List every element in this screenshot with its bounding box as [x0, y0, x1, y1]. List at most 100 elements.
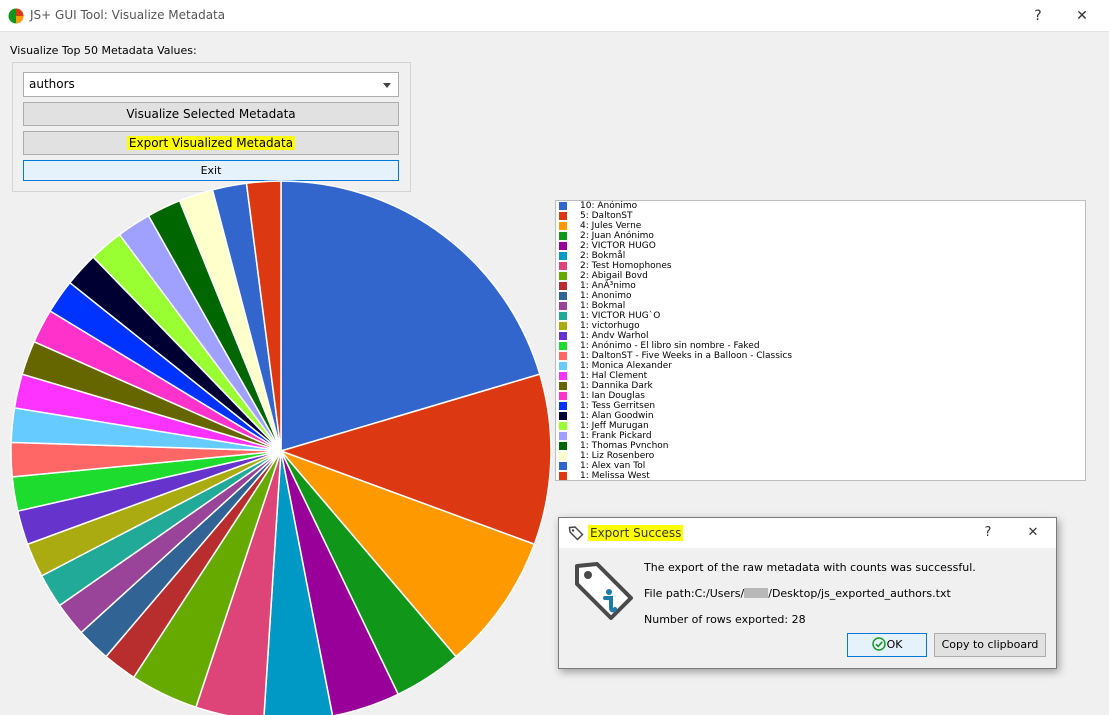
legend-label: 2: Juan Anónimo: [580, 231, 654, 241]
legend-swatch: [559, 352, 567, 360]
legend-swatch: [559, 332, 567, 340]
legend-item: 1: Hal Clement: [556, 371, 1085, 381]
legend-label: 1: Bokmal: [580, 301, 626, 311]
legend-swatch: [559, 202, 567, 210]
file-path-suffix: /Desktop/js_exported_authors.txt: [768, 587, 951, 600]
legend-item: 4: Jules Verne: [556, 221, 1085, 231]
legend-item: 2: Juan Anónimo: [556, 231, 1085, 241]
legend-swatch: [559, 292, 567, 300]
redacted-username: [744, 588, 769, 598]
legend-swatch: [559, 402, 567, 410]
dialog-message: The export of the raw metadata with coun…: [644, 561, 976, 574]
legend-item: 1: Bokmal: [556, 301, 1085, 311]
legend-label: 1: Hal Clement: [580, 371, 648, 381]
legend-label: 1: Anónimo - El libro sin nombre - Faked: [580, 341, 760, 351]
legend-item: 10: Anónimo: [556, 201, 1085, 211]
legend-label: 1: Anonimo: [580, 291, 632, 301]
legend-label: 1: Monica Alexander: [580, 361, 672, 371]
dialog-help-button[interactable]: ?: [973, 522, 1003, 544]
dialog-row-count: Number of rows exported: 28: [644, 613, 806, 626]
legend-item: 1: Jeff Murugan: [556, 421, 1085, 431]
legend-label: 1: Liz Rosenbero: [580, 451, 655, 461]
legend-label: 2: Abigail Bovd: [580, 271, 648, 281]
legend-item: 1: Anónimo - El libro sin nombre - Faked: [556, 341, 1085, 351]
legend-label: 1: Dannika Dark: [580, 381, 653, 391]
legend-label: 2: Bokmål: [580, 251, 626, 261]
dialog-titlebar: Export Success ? ✕: [559, 518, 1056, 548]
legend-swatch: [559, 362, 567, 370]
legend-item: 1: Tess Gerritsen: [556, 401, 1085, 411]
legend-swatch: [559, 312, 567, 320]
legend-item: 2: VICTOR HUGO: [556, 241, 1085, 251]
legend-swatch: [559, 252, 567, 260]
dialog-close-button[interactable]: ✕: [1018, 522, 1048, 544]
legend-label: 1: Thomas Pvnchon: [580, 441, 669, 451]
ok-button-label: OK: [886, 638, 903, 651]
legend-item: 1: Andv Warhol: [556, 331, 1085, 341]
legend-swatch: [559, 222, 567, 230]
legend-label: 1: Andv Warhol: [580, 331, 649, 341]
legend-swatch: [559, 322, 567, 330]
legend-label: 1: DaltonST - Five Weeks in a Balloon - …: [580, 351, 793, 361]
check-circle-icon: [871, 637, 886, 651]
ok-button[interactable]: OK: [847, 633, 927, 657]
legend-label: 5: DaltonST: [580, 211, 633, 221]
legend-item: 1: Alex van Tol: [556, 461, 1085, 471]
legend-label: 4: Jules Verne: [580, 221, 642, 231]
legend-label: 1: Alan Goodwin: [580, 411, 654, 421]
tag-icon: [568, 526, 584, 541]
legend-swatch: [559, 282, 567, 290]
legend-item: 1: Monica Alexander: [556, 361, 1085, 371]
dialog-title: Export Success: [588, 525, 684, 541]
legend-swatch: [559, 452, 567, 460]
legend-swatch: [559, 382, 567, 390]
legend-label: 1: Tess Gerritsen: [580, 401, 656, 411]
legend-label: 1: Ian Douglas: [580, 391, 645, 401]
legend-swatch: [559, 272, 567, 280]
legend-item: 1: Alan Goodwin: [556, 411, 1085, 421]
legend-label: 1: Frank Pickard: [580, 431, 652, 441]
legend-item: 1: Dannika Dark: [556, 381, 1085, 391]
legend-swatch: [559, 212, 567, 220]
legend-swatch: [559, 372, 567, 380]
legend-swatch: [559, 392, 567, 400]
legend-item: 5: DaltonST: [556, 211, 1085, 221]
legend-item: 1: Ian Douglas: [556, 391, 1085, 401]
file-path-prefix: File path:C:/Users/: [644, 587, 745, 600]
price-tag-info-icon: [575, 562, 633, 620]
export-success-dialog: Export Success ? ✕ The export of the raw…: [558, 517, 1057, 669]
legend-swatch: [559, 342, 567, 350]
legend-swatch: [559, 302, 567, 310]
dialog-file-path: File path:C:/Users/ /Desktop/js_exported_…: [644, 587, 951, 600]
legend-item: 1: Thomas Pvnchon: [556, 441, 1085, 451]
legend-label: 2: VICTOR HUGO: [580, 241, 656, 251]
legend-swatch: [559, 422, 567, 430]
legend-swatch: [559, 442, 567, 450]
legend-item: 2: Test Homophones: [556, 261, 1085, 271]
legend-item: 1: DaltonST - Five Weeks in a Balloon - …: [556, 351, 1085, 361]
legend-item: 1: AnÃ³nimo: [556, 281, 1085, 291]
legend-label: 1: Alex van Tol: [580, 461, 646, 471]
legend-item: 1: Frank Pickard: [556, 431, 1085, 441]
legend-item: 2: Abigail Bovd: [556, 271, 1085, 281]
legend-item: 2: Bokmål: [556, 251, 1085, 261]
legend-label: 10: Anónimo: [580, 201, 638, 211]
legend-swatch: [559, 232, 567, 240]
legend-label: 1: Melissa West: [580, 471, 650, 481]
legend-label: 2: Test Homophones: [580, 261, 672, 271]
copy-to-clipboard-button[interactable]: Copy to clipboard: [934, 633, 1046, 657]
legend-label: 1: Jeff Murugan: [580, 421, 649, 431]
legend-label: 1: VICTOR HUG`O: [580, 311, 661, 321]
legend-label: 1: victorhugo: [580, 321, 640, 331]
chart-legend: 10: Anónimo 5: DaltonST 4: Jules Verne 2: J…: [555, 200, 1086, 481]
legend-swatch: [559, 412, 567, 420]
legend-swatch: [559, 432, 567, 440]
legend-swatch: [559, 462, 567, 470]
legend-swatch: [559, 242, 567, 250]
legend-swatch: [559, 472, 567, 480]
legend-item: 1: Melissa West: [556, 471, 1085, 481]
legend-item: 1: Anonimo: [556, 291, 1085, 301]
legend-item: 1: VICTOR HUG`O: [556, 311, 1085, 321]
legend-item: 1: victorhugo: [556, 321, 1085, 331]
legend-item: 1: Liz Rosenbero: [556, 451, 1085, 461]
